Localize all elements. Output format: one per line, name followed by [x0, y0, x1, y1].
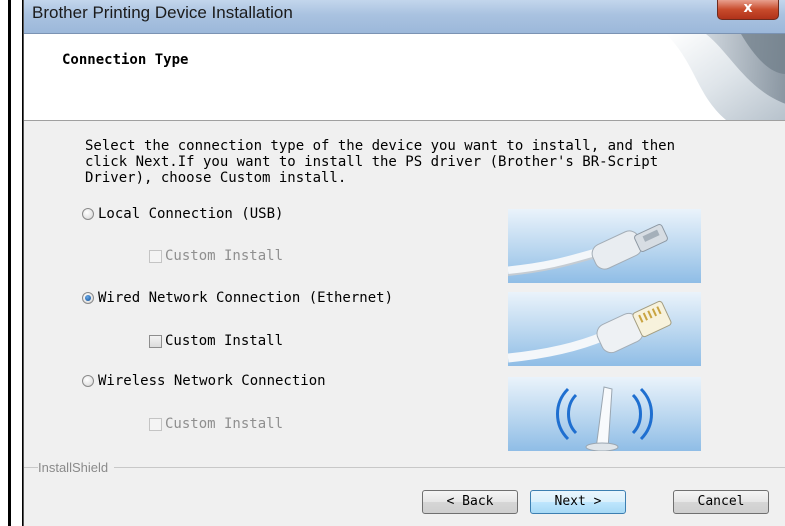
- checkbox-label: Custom Install: [165, 248, 284, 264]
- radio-label: Local Connection (USB): [98, 206, 284, 222]
- installer-window: Brother Printing Device Installation x C…: [23, 0, 785, 526]
- ethernet-cable-icon: [508, 300, 672, 363]
- ethernet-cable-illustration: [508, 292, 701, 366]
- checkbox[interactable]: [149, 417, 162, 431]
- desktop-edge: [0, 0, 23, 526]
- radio-wireless-network[interactable]: Wireless Network Connection: [82, 372, 326, 390]
- radio-button[interactable]: [82, 375, 94, 387]
- checkbox-custom-install-local[interactable]: Custom Install: [149, 247, 283, 265]
- back-button[interactable]: < Back: [422, 490, 518, 514]
- page-curl-graphic: [666, 34, 785, 120]
- close-icon: x: [743, 0, 753, 16]
- cancel-button[interactable]: Cancel: [673, 490, 769, 514]
- checkbox-label: Custom Install: [165, 333, 284, 349]
- wireless-illustration: [508, 377, 701, 451]
- checkbox[interactable]: [149, 334, 162, 348]
- radio-button[interactable]: [82, 292, 94, 304]
- window-title: Brother Printing Device Installation: [32, 3, 293, 22]
- installshield-label: InstallShield: [38, 460, 115, 475]
- header-panel: Connection Type: [24, 34, 785, 121]
- usb-cable-icon: [508, 223, 668, 276]
- usb-cable-illustration: [508, 209, 701, 283]
- page-title: Connection Type: [62, 52, 189, 68]
- radio-local-connection[interactable]: Local Connection (USB): [82, 205, 283, 223]
- desktop-edge-bar: [8, 0, 11, 526]
- next-button[interactable]: Next >: [530, 490, 626, 514]
- checkbox-custom-install-wireless[interactable]: Custom Install: [149, 415, 283, 433]
- title-bar[interactable]: Brother Printing Device Installation x: [24, 0, 785, 34]
- checkbox[interactable]: [149, 249, 162, 263]
- instructions-text: Select the connection type of the device…: [85, 138, 676, 186]
- radio-button[interactable]: [82, 208, 94, 220]
- wireless-router-icon: [556, 386, 653, 451]
- footer-divider: [24, 467, 785, 468]
- radio-label: Wireless Network Connection: [98, 373, 326, 389]
- radio-label: Wired Network Connection (Ethernet): [98, 290, 394, 306]
- checkbox-label: Custom Install: [165, 416, 284, 432]
- radio-wired-network[interactable]: Wired Network Connection (Ethernet): [82, 289, 393, 307]
- checkbox-custom-install-wired[interactable]: Custom Install: [149, 332, 283, 350]
- close-button[interactable]: x: [717, 0, 779, 20]
